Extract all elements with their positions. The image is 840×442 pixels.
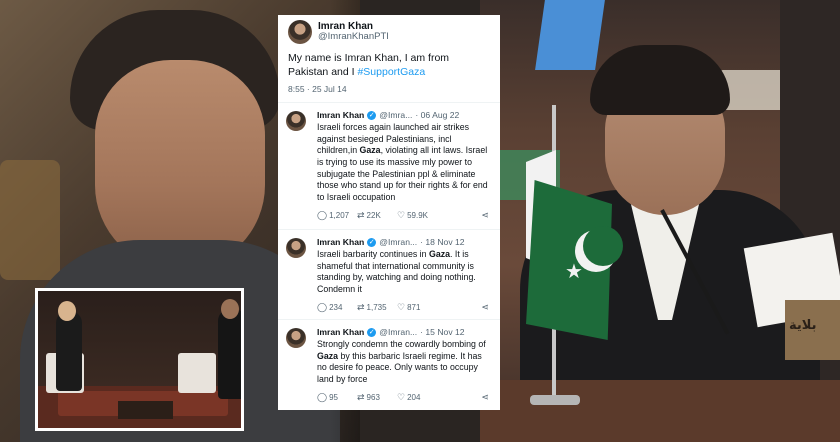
- like-count: 871: [407, 303, 421, 313]
- main-tweet: Imran Khan @ImranKhanPTI My name is Imra…: [278, 15, 500, 103]
- reply-icon: ◯: [317, 392, 328, 403]
- tweet-actions: ◯ 1,207 ⇄ 22K ♡ 59.9K ⋖: [317, 209, 491, 223]
- desk-plaque: بلاية: [785, 300, 840, 360]
- reply-button[interactable]: ◯ 1,207: [317, 210, 357, 221]
- avatar[interactable]: [288, 20, 312, 44]
- plaque-text: بلاية: [789, 318, 817, 333]
- share-icon: ⋖: [481, 392, 489, 403]
- heart-icon: ♡: [397, 302, 406, 313]
- inset-panel-video: [35, 288, 244, 431]
- flag-base: [530, 395, 580, 405]
- retweet-button[interactable]: ⇄ 22K: [357, 210, 397, 221]
- tweet-date[interactable]: · 06 Aug 22: [415, 110, 459, 120]
- retweet-button[interactable]: ⇄ 1,735: [357, 302, 397, 313]
- tweet-meta: Imran Khan ✓ @Imran... · 18 Nov 12: [317, 237, 491, 247]
- hashtag-link[interactable]: #SupportGaza: [357, 66, 425, 78]
- coffee-table: [118, 401, 173, 419]
- tweet-meta: Imran Khan ✓ @Imran... · 15 Nov 12: [317, 327, 491, 337]
- retweet-button[interactable]: ⇄ 963: [357, 392, 397, 403]
- reply-button[interactable]: ◯ 95: [317, 392, 357, 403]
- tweet-collage-card: Imran Khan @ImranKhanPTI My name is Imra…: [278, 15, 500, 410]
- share-button[interactable]: ⋖: [481, 210, 491, 221]
- tweet-text-part: by this barbaric Israeli regime. It has …: [317, 350, 482, 385]
- tweet-text-highlight: Gaza: [317, 350, 339, 361]
- like-button[interactable]: ♡ 204: [397, 392, 437, 403]
- reply-button[interactable]: ◯ 234: [317, 302, 357, 313]
- crescent-cutout: [583, 226, 623, 266]
- right-armchair: [178, 353, 216, 393]
- like-count: 59.9K: [407, 211, 428, 221]
- like-count: 204: [407, 393, 421, 403]
- tweet-text: Israeli forces again launched air strike…: [317, 122, 491, 204]
- retweet-count: 963: [366, 393, 380, 403]
- tweet-meta: Imran Khan ✓ @Imra... · 06 Aug 22: [317, 110, 491, 120]
- tweet-text-part: Israeli barbarity continues in: [317, 249, 429, 259]
- main-tweet-header: Imran Khan @ImranKhanPTI: [288, 20, 490, 44]
- tweet-text: Strongly condemn the cowardly bombing of…: [317, 339, 491, 386]
- tweet-item[interactable]: Imran Khan ✓ @Imran... · 15 Nov 12 Stron…: [278, 320, 500, 410]
- man-hair: [590, 45, 730, 115]
- avatar[interactable]: [286, 238, 306, 258]
- author-handle[interactable]: @Imran...: [379, 327, 417, 337]
- tweet-item[interactable]: Imran Khan ✓ @Imra... · 06 Aug 22 Israel…: [278, 103, 500, 230]
- author-name[interactable]: Imran Khan: [317, 237, 364, 247]
- share-button[interactable]: ⋖: [481, 302, 491, 313]
- author-handle[interactable]: @Imran...: [379, 237, 417, 247]
- reply-count: 95: [329, 393, 338, 403]
- verified-badge-icon: ✓: [367, 110, 377, 120]
- tweet-text: Israeli barbarity continues in Gaza. It …: [317, 249, 491, 296]
- author-name[interactable]: Imran Khan: [317, 110, 364, 120]
- desk: [480, 380, 840, 442]
- speaker-face: [95, 60, 265, 270]
- author-name[interactable]: Imran Khan: [317, 327, 364, 337]
- share-icon: ⋖: [481, 210, 489, 221]
- tweet-text-part: Strongly condemn the cowardly bombing of: [317, 339, 486, 349]
- reply-count: 234: [329, 303, 343, 313]
- retweet-icon: ⇄: [357, 392, 365, 403]
- retweet-count: 22K: [366, 211, 381, 221]
- verified-badge-icon: ✓: [367, 237, 377, 247]
- interviewer-figure: [56, 311, 82, 391]
- reply-icon: ◯: [317, 302, 328, 313]
- tweet-date[interactable]: · 18 Nov 12: [420, 237, 464, 247]
- interviewer-head: [58, 301, 76, 321]
- blue-flag: [535, 0, 605, 70]
- author-handle[interactable]: @ImranKhanPTI: [318, 31, 389, 43]
- tweet-timestamp[interactable]: 8:55 · 25 Jul 14: [288, 84, 490, 94]
- guest-head: [221, 299, 239, 319]
- tweet-text-highlight: Gaza: [428, 249, 451, 259]
- tweet-date[interactable]: · 15 Nov 12: [420, 327, 464, 337]
- reply-count: 1,207: [329, 211, 350, 221]
- retweet-icon: ⇄: [357, 302, 365, 313]
- like-button[interactable]: ♡ 59.9K: [397, 210, 437, 221]
- heart-icon: ♡: [397, 392, 406, 403]
- retweet-icon: ⇄: [357, 210, 365, 221]
- retweet-count: 1,735: [366, 303, 387, 313]
- tweet-text-highlight: Gaza: [359, 145, 381, 156]
- background-lamp: [0, 160, 60, 280]
- author-handle[interactable]: @Imra...: [379, 110, 412, 120]
- star-icon: ★: [565, 261, 583, 283]
- verified-badge-icon: ✓: [367, 327, 377, 337]
- avatar[interactable]: [286, 111, 306, 131]
- tweet-item[interactable]: Imran Khan ✓ @Imran... · 18 Nov 12 Israe…: [278, 230, 500, 320]
- reply-icon: ◯: [317, 210, 328, 221]
- guest-figure: [218, 309, 241, 399]
- tweet-actions: ◯ 234 ⇄ 1,735 ♡ 871 ⋖: [317, 301, 491, 315]
- share-button[interactable]: ⋖: [481, 392, 491, 403]
- heart-icon: ♡: [397, 210, 406, 221]
- share-icon: ⋖: [481, 302, 489, 313]
- like-button[interactable]: ♡ 871: [397, 302, 437, 313]
- tweet-text: My name is Imran Khan, I am from Pakista…: [288, 51, 490, 79]
- avatar[interactable]: [286, 328, 306, 348]
- tweet-actions: ◯ 95 ⇄ 963 ♡ 204 ⋖: [317, 391, 491, 405]
